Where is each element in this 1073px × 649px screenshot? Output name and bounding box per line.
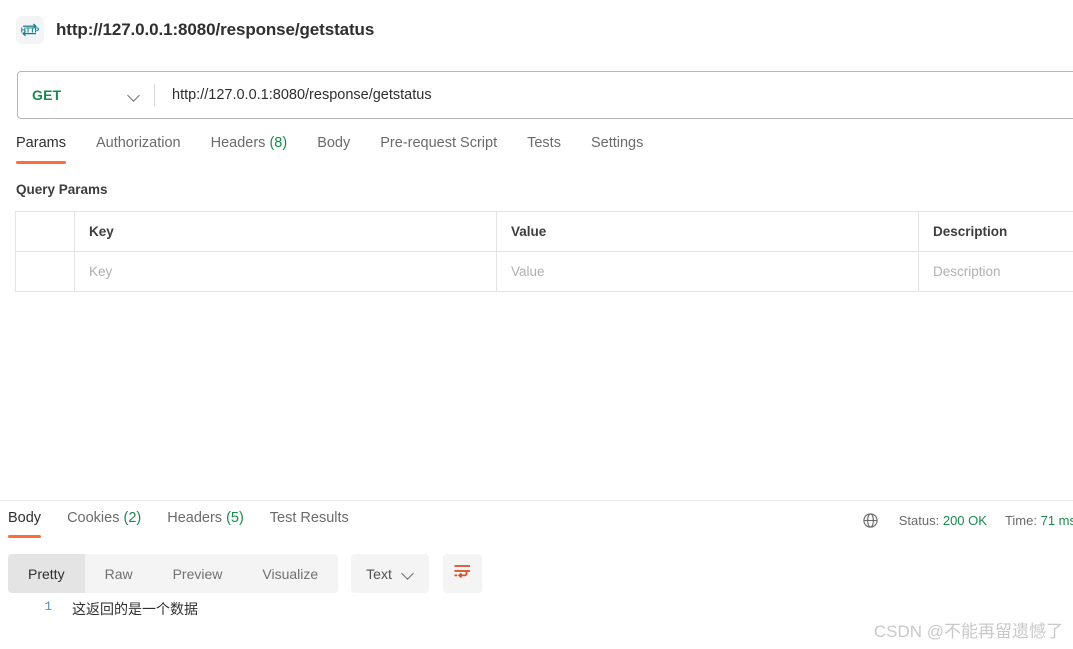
tab-pre-request-script-label: Pre-request Script [380,135,498,151]
response-tab-test-results-label: Test Results [269,510,349,526]
status-badge: 200 OK [942,513,987,528]
query-params-label: Query Params [16,182,108,197]
http-method-selector[interactable]: GET [18,72,154,118]
view-mode-group: Pretty Raw Preview Visualize [8,554,339,593]
chevron-down-icon [129,90,140,101]
tab-headers-label: Headers [210,135,266,151]
http-method-label: GET [32,87,62,103]
response-tab-test-results[interactable]: Test Results [270,506,349,538]
view-mode-raw[interactable]: Raw [85,554,153,593]
tab-headers-count: (8) [269,135,288,151]
url-bar: GET [17,71,1073,119]
column-header-description: Description [918,211,1073,252]
response-view-toolbar: Pretty Raw Preview Visualize Text [8,554,482,593]
url-input[interactable] [155,72,1073,118]
time-label: Time: [1004,513,1037,528]
tab-pre-request-script[interactable]: Pre-request Script [380,131,497,164]
response-tab-cookies-count: (2) [123,510,142,526]
request-title-row: HTTP http://127.0.0.1:8080/response/gets… [0,0,1073,60]
response-tab-cookies-label: Cookies [67,510,120,526]
row-checkbox-cell[interactable] [15,251,75,292]
status-label: Status: [898,513,940,528]
table-row: Key Value Description [15,251,1073,292]
panel-divider[interactable] [0,500,1073,501]
line-number: 1 [44,600,52,614]
view-mode-visualize-label: Visualize [262,565,319,582]
time-value: 71 ms [1040,513,1073,528]
column-header-key: Key [74,211,497,252]
tab-body-label: Body [317,135,351,151]
tab-authorization[interactable]: Authorization [96,131,181,164]
tab-settings[interactable]: Settings [591,131,643,164]
tab-tests[interactable]: Tests [527,131,561,164]
tab-authorization-label: Authorization [95,135,181,151]
param-value-input[interactable]: Value [496,251,919,292]
page-title: http://127.0.0.1:8080/response/getstatus [56,20,375,39]
word-wrap-button[interactable] [442,554,482,593]
word-wrap-icon [453,563,472,584]
param-description-input[interactable]: Description [918,251,1073,292]
tab-tests-label: Tests [527,135,561,151]
view-mode-preview[interactable]: Preview [153,554,243,593]
tab-settings-label: Settings [590,135,644,151]
response-tab-headers[interactable]: Headers (5) [167,506,244,538]
svg-text:HTTP: HTTP [21,26,40,34]
response-tab-body-label: Body [8,510,42,526]
globe-icon [862,512,879,529]
view-mode-raw-label: Raw [104,565,133,582]
view-mode-visualize[interactable]: Visualize [242,554,338,593]
response-status-bar: Status: 200 OK Time: 71 ms [862,512,1073,529]
column-header-value: Value [496,211,919,252]
tab-params[interactable]: Params [16,131,66,164]
query-params-table: Key Value Description Key Value Descript… [15,211,1073,292]
view-mode-pretty-label: Pretty [28,565,65,582]
response-tab-cookies[interactable]: Cookies (2) [67,506,141,538]
response-tabs: Body Cookies (2) Headers (5) Test Result… [0,506,375,546]
request-tabs: Params Authorization Headers (8) Body Pr… [0,131,1073,175]
tab-headers[interactable]: Headers (8) [211,131,288,164]
table-header-row: Key Value Description [15,211,1073,252]
http-protocol-icon: HTTP [16,16,44,44]
tab-params-label: Params [16,135,66,151]
response-body-line: 这返回的是一个数据 [72,601,198,617]
chevron-down-icon [403,568,414,579]
response-tab-body[interactable]: Body [8,506,42,538]
param-key-input[interactable]: Key [74,251,497,292]
body-format-dropdown[interactable]: Text [351,554,429,593]
select-all-cell[interactable] [15,211,75,252]
watermark: CSDN @不能再留遗憾了 [873,622,1063,641]
response-tab-headers-count: (5) [226,510,244,526]
response-tab-headers-label: Headers [167,510,223,526]
body-format-label: Text [366,565,392,582]
tab-body[interactable]: Body [317,131,350,164]
view-mode-pretty[interactable]: Pretty [8,554,85,593]
postman-window: HTTP http://127.0.0.1:8080/response/gets… [0,0,1073,649]
view-mode-preview-label: Preview [172,565,223,582]
